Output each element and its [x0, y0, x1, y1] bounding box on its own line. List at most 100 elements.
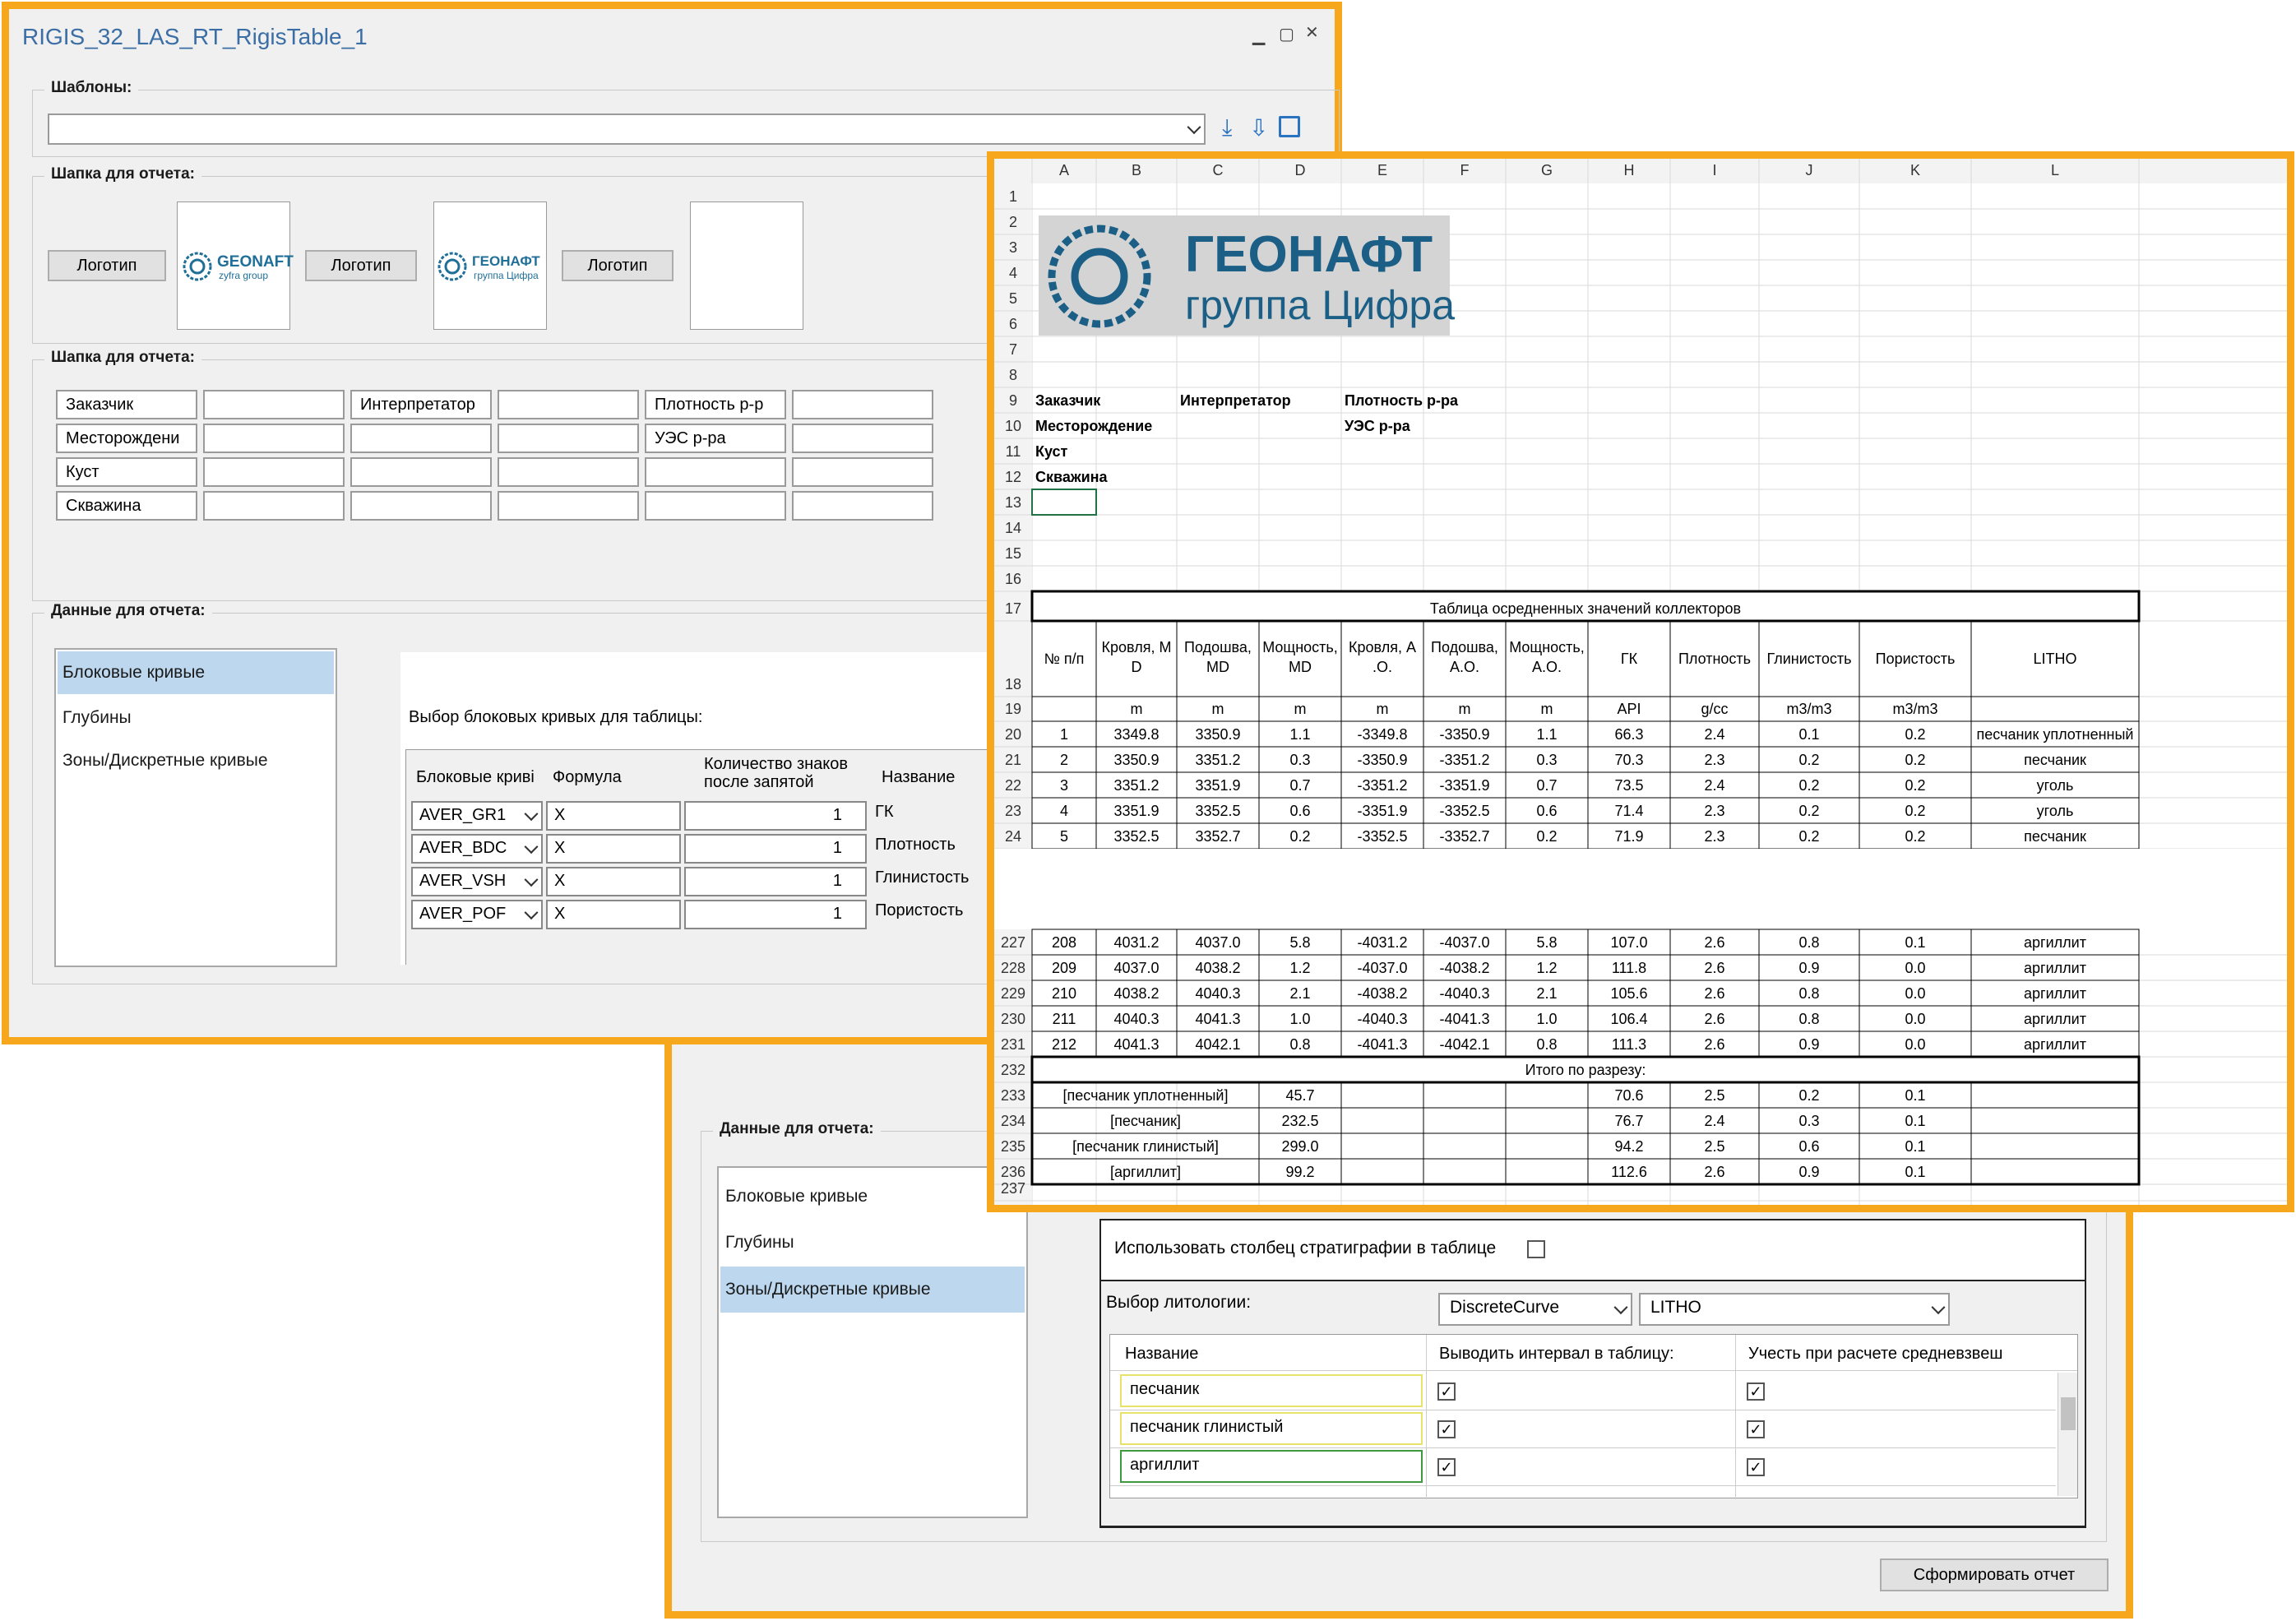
field-well-value[interactable]: [203, 491, 345, 521]
lith-col-output: Выводить интервал в таблицу:: [1439, 1345, 1674, 1363]
data-value: 4041.3: [1113, 1036, 1159, 1053]
litho-dropdown[interactable]: LITHO: [1639, 1293, 1950, 1326]
field-empty[interactable]: [498, 491, 639, 521]
field-empty[interactable]: [792, 491, 933, 521]
curve-select[interactable]: AVER_BDC: [411, 834, 543, 864]
data-value: 4: [1060, 803, 1068, 819]
curve-select[interactable]: AVER_GR1: [411, 801, 543, 831]
digits-value: 1: [832, 839, 842, 857]
list-item-block-curves[interactable]: Блоковые кривые: [720, 1176, 1025, 1217]
weight-checkbox[interactable]: ✓: [1747, 1382, 1765, 1401]
data-value: аргиллит: [2024, 985, 2086, 1002]
lith-name-cell[interactable]: аргиллит: [1120, 1450, 1423, 1483]
digits-value: 1: [832, 872, 842, 890]
data-value: -3351.2: [1357, 777, 1407, 794]
data-value: 3351.9: [1195, 777, 1240, 794]
digits-stepper[interactable]: 1: [684, 900, 867, 929]
geonaft-logo-icon: [183, 252, 212, 281]
total-cell: [1340, 1132, 1424, 1160]
digits-stepper[interactable]: 1: [684, 834, 867, 864]
field-empty[interactable]: [645, 457, 786, 487]
lith-scrollbar[interactable]: [2058, 1373, 2077, 1496]
field-empty[interactable]: [350, 424, 492, 453]
templates-label: Шаблоны:: [44, 79, 139, 97]
digits-stepper[interactable]: 1: [684, 867, 867, 896]
field-deposit-value[interactable]: [203, 424, 345, 453]
data-value: 66.3: [1614, 726, 1643, 743]
lith-row[interactable]: песчаник ✓ ✓: [1110, 1373, 2056, 1410]
excel-sheet: A B C D E F G H I J K L 1 2 3 4 5 6 7 8 9 Заказчик Интерпретат…: [987, 151, 2294, 1212]
total-thickness: 99.2: [1285, 1164, 1314, 1180]
field-empty[interactable]: [792, 457, 933, 487]
row-number: 234: [1001, 1113, 1025, 1129]
load-template-icon[interactable]: ⤓: [1222, 114, 1232, 141]
data-value: -3349.8: [1357, 726, 1407, 743]
output-checkbox[interactable]: ✓: [1437, 1458, 1456, 1476]
logo-button-3[interactable]: Логотип: [562, 250, 674, 281]
strat-checkbox[interactable]: [1527, 1240, 1545, 1258]
digits-stepper[interactable]: 1: [684, 801, 867, 831]
list-item-depths[interactable]: Глубины: [720, 1222, 1025, 1263]
lith-name-cell[interactable]: песчаник: [1120, 1374, 1423, 1407]
field-empty[interactable]: [350, 491, 492, 521]
curve-select[interactable]: AVER_VSH: [411, 867, 543, 896]
close-icon[interactable]: ✕: [1305, 22, 1319, 43]
export-template-icon[interactable]: ⇩: [1249, 114, 1268, 141]
header-fields-label: Шапка для отчета:: [44, 349, 201, 367]
logo-button-1[interactable]: Логотип: [48, 250, 166, 281]
field-empty[interactable]: [645, 491, 786, 521]
header-line-1: Подошва,: [1431, 639, 1498, 655]
curve-row[interactable]: AVER_VSH X 1 Глинистость: [406, 865, 1010, 896]
data-value: 2.1: [1289, 985, 1310, 1002]
curve-select[interactable]: AVER_POF: [411, 900, 543, 929]
list-item-block-curves[interactable]: Блоковые кривые: [58, 651, 334, 694]
report-sections-list[interactable]: Блоковые кривые Глубины Зоны/Дискретные …: [54, 648, 337, 967]
data-value: 4040.3: [1195, 985, 1240, 1002]
logo-preview-3: [690, 201, 803, 330]
curve-row[interactable]: AVER_BDC X 1 Плотность: [406, 832, 1010, 864]
save-icon[interactable]: [1279, 116, 1300, 137]
col-formula: Формула: [553, 768, 622, 786]
lith-row[interactable]: песчаник глинистый ✓ ✓: [1110, 1410, 2056, 1448]
lith-row[interactable]: аргиллит ✓ ✓: [1110, 1448, 2056, 1486]
formula-cell[interactable]: X: [546, 900, 681, 929]
field-customer-value[interactable]: [203, 390, 345, 419]
maximize-icon[interactable]: ▢: [1279, 24, 1294, 44]
minimize-icon[interactable]: ▁: [1252, 25, 1265, 46]
data-value: 4038.2: [1195, 960, 1240, 976]
formula-cell[interactable]: X: [546, 801, 681, 831]
row-number: 2: [1009, 214, 1017, 230]
curve-row[interactable]: AVER_GR1 X 1 ГК: [406, 799, 1010, 831]
field-empty[interactable]: [498, 457, 639, 487]
header-line-1: Мощность,: [1509, 639, 1585, 655]
data-value: 0.7: [1536, 777, 1557, 794]
formula-cell[interactable]: X: [546, 867, 681, 896]
weight-checkbox[interactable]: ✓: [1747, 1458, 1765, 1476]
list-item-zones[interactable]: Зоны/Дискретные кривые: [720, 1267, 1025, 1313]
data-value: 1.0: [1536, 1011, 1557, 1027]
field-interpreter-value[interactable]: [498, 390, 639, 419]
output-checkbox[interactable]: ✓: [1437, 1420, 1456, 1438]
report-sections-list-2[interactable]: Блоковые кривые Глубины Зоны/Дискретные …: [717, 1166, 1028, 1518]
list-item-depths[interactable]: Глубины: [58, 697, 334, 739]
list-item-zones[interactable]: Зоны/Дискретные кривые: [58, 740, 334, 781]
lith-name-cell[interactable]: песчаник глинистый: [1120, 1412, 1423, 1445]
field-density-value[interactable]: [792, 390, 933, 419]
data-value: 106.4: [1610, 1011, 1647, 1027]
scroll-thumb[interactable]: [2061, 1397, 2076, 1430]
templates-dropdown[interactable]: [48, 113, 1206, 145]
generate-report-button[interactable]: Сформировать отчет: [1880, 1558, 2109, 1591]
field-empty[interactable]: [350, 457, 492, 487]
field-pad-value[interactable]: [203, 457, 345, 487]
formula-cell[interactable]: X: [546, 834, 681, 864]
header-line-2: MD: [1206, 659, 1229, 675]
field-resist-value[interactable]: [792, 424, 933, 453]
output-checkbox[interactable]: ✓: [1437, 1382, 1456, 1401]
weight-checkbox[interactable]: ✓: [1747, 1420, 1765, 1438]
curve-row[interactable]: AVER_POF X 1 Пористость: [406, 898, 1010, 929]
discrete-curve-dropdown[interactable]: DiscreteCurve: [1438, 1293, 1632, 1326]
logo-button-2[interactable]: Логотип: [305, 250, 417, 281]
total-thickness: 232.5: [1281, 1113, 1318, 1129]
field-empty[interactable]: [498, 424, 639, 453]
row-number: 24: [1005, 828, 1021, 845]
